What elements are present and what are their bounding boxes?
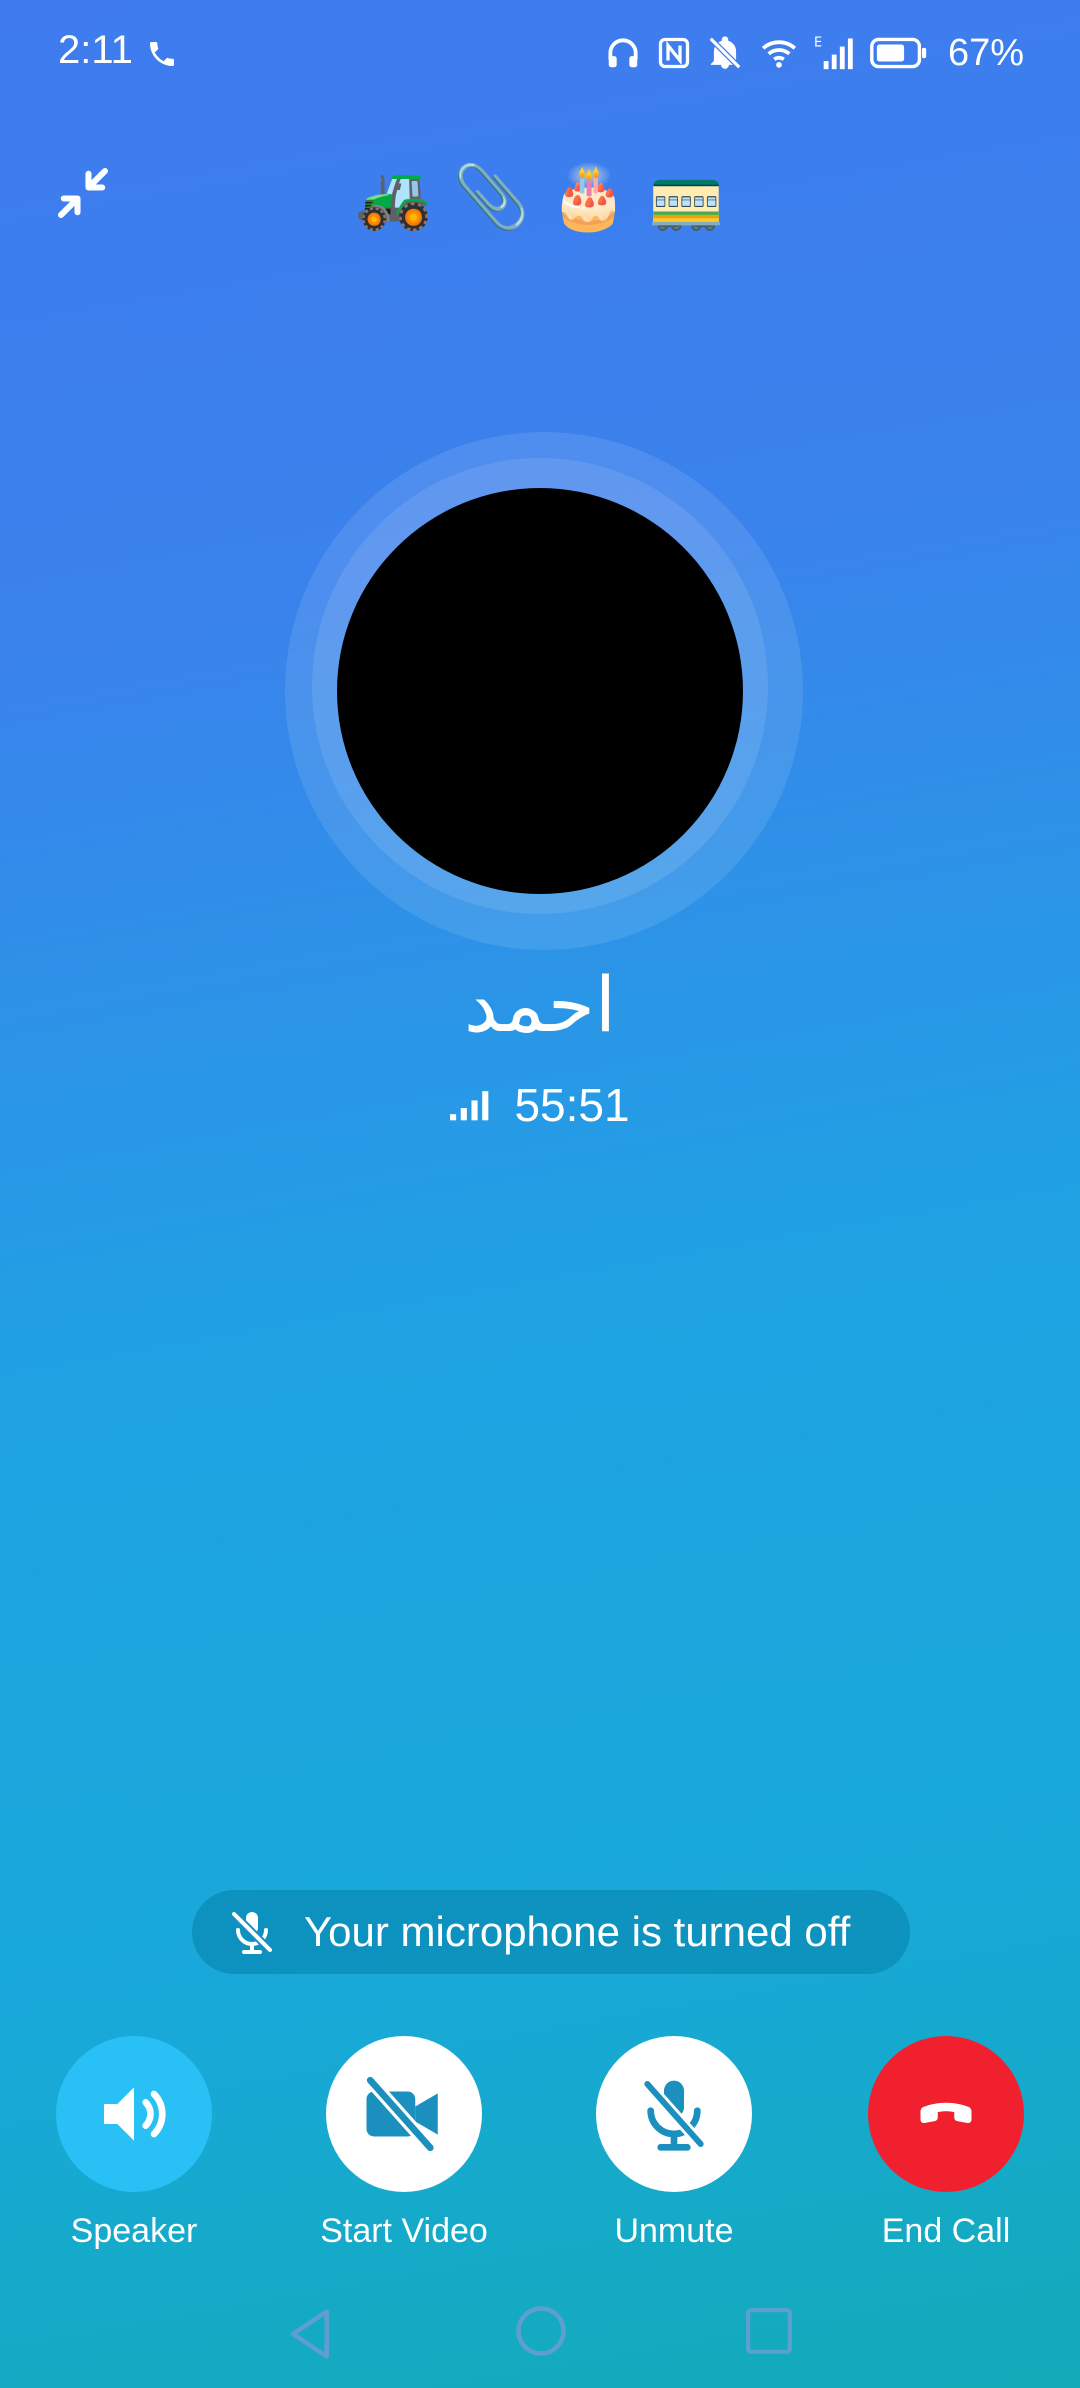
svg-text:E: E (814, 36, 822, 51)
emoji-cake: 🎂 (550, 163, 628, 232)
battery-icon (870, 37, 927, 69)
unmute-label: Unmute (614, 2212, 734, 2250)
encryption-emoji-key[interactable]: 🚜 📎 🎂 🚃 (355, 160, 725, 236)
home-nav-icon[interactable] (514, 2304, 568, 2358)
silent-bell-icon (708, 36, 742, 70)
speaker-icon (104, 2087, 166, 2141)
nfc-icon (658, 37, 690, 69)
mic-off-icon (642, 2080, 706, 2151)
start-video-button-circle[interactable] (326, 2036, 482, 2192)
video-off-icon (365, 2075, 438, 2153)
status-bar: 2:11 E 67% (0, 0, 1080, 110)
battery-percentage: 67% (947, 31, 1024, 74)
emoji-tractor: 🚜 (355, 163, 433, 232)
end-call-label: End Call (881, 2212, 1011, 2250)
start-video-button[interactable]: Start Video (294, 2036, 514, 2251)
recent-apps-nav-icon[interactable] (744, 2306, 794, 2356)
status-time: 2:11 (58, 28, 133, 72)
emoji-tram: 🚃 (647, 163, 725, 232)
microphone-off-text: Your microphone is turned off (304, 1908, 851, 1955)
emoji-paperclip: 📎 (452, 163, 530, 232)
minimize-arrows-icon (57, 167, 109, 219)
connection-quality-icon (450, 1091, 489, 1121)
call-status: 55:51 (0, 1078, 1080, 1132)
speaker-button[interactable]: Speaker (24, 2036, 244, 2251)
speaker-button-circle[interactable] (56, 2036, 212, 2192)
call-duration: 55:51 (514, 1079, 630, 1131)
headphones-icon (608, 38, 638, 68)
unmute-button[interactable]: Unmute (564, 2036, 784, 2251)
end-call-button[interactable]: End Call (836, 2036, 1056, 2251)
mic-off-icon (231, 1911, 273, 1954)
wifi-icon (761, 40, 797, 68)
avatar (337, 488, 743, 894)
back-nav-icon[interactable] (284, 2304, 338, 2364)
end-call-button-circle[interactable] (868, 2036, 1024, 2192)
phone-call-icon (150, 42, 174, 66)
hang-up-icon (920, 2102, 972, 2124)
microphone-off-banner: Your microphone is turned off (192, 1890, 910, 1974)
unmute-button-circle[interactable] (596, 2036, 752, 2192)
contact-name: احمد (464, 960, 616, 1049)
minimize-call-button[interactable] (50, 160, 116, 226)
cell-signal-icon: E (814, 36, 853, 70)
status-icons: E 67% (604, 30, 1024, 76)
speaker-label: Speaker (70, 2212, 198, 2250)
start-video-label: Start Video (320, 2212, 488, 2250)
